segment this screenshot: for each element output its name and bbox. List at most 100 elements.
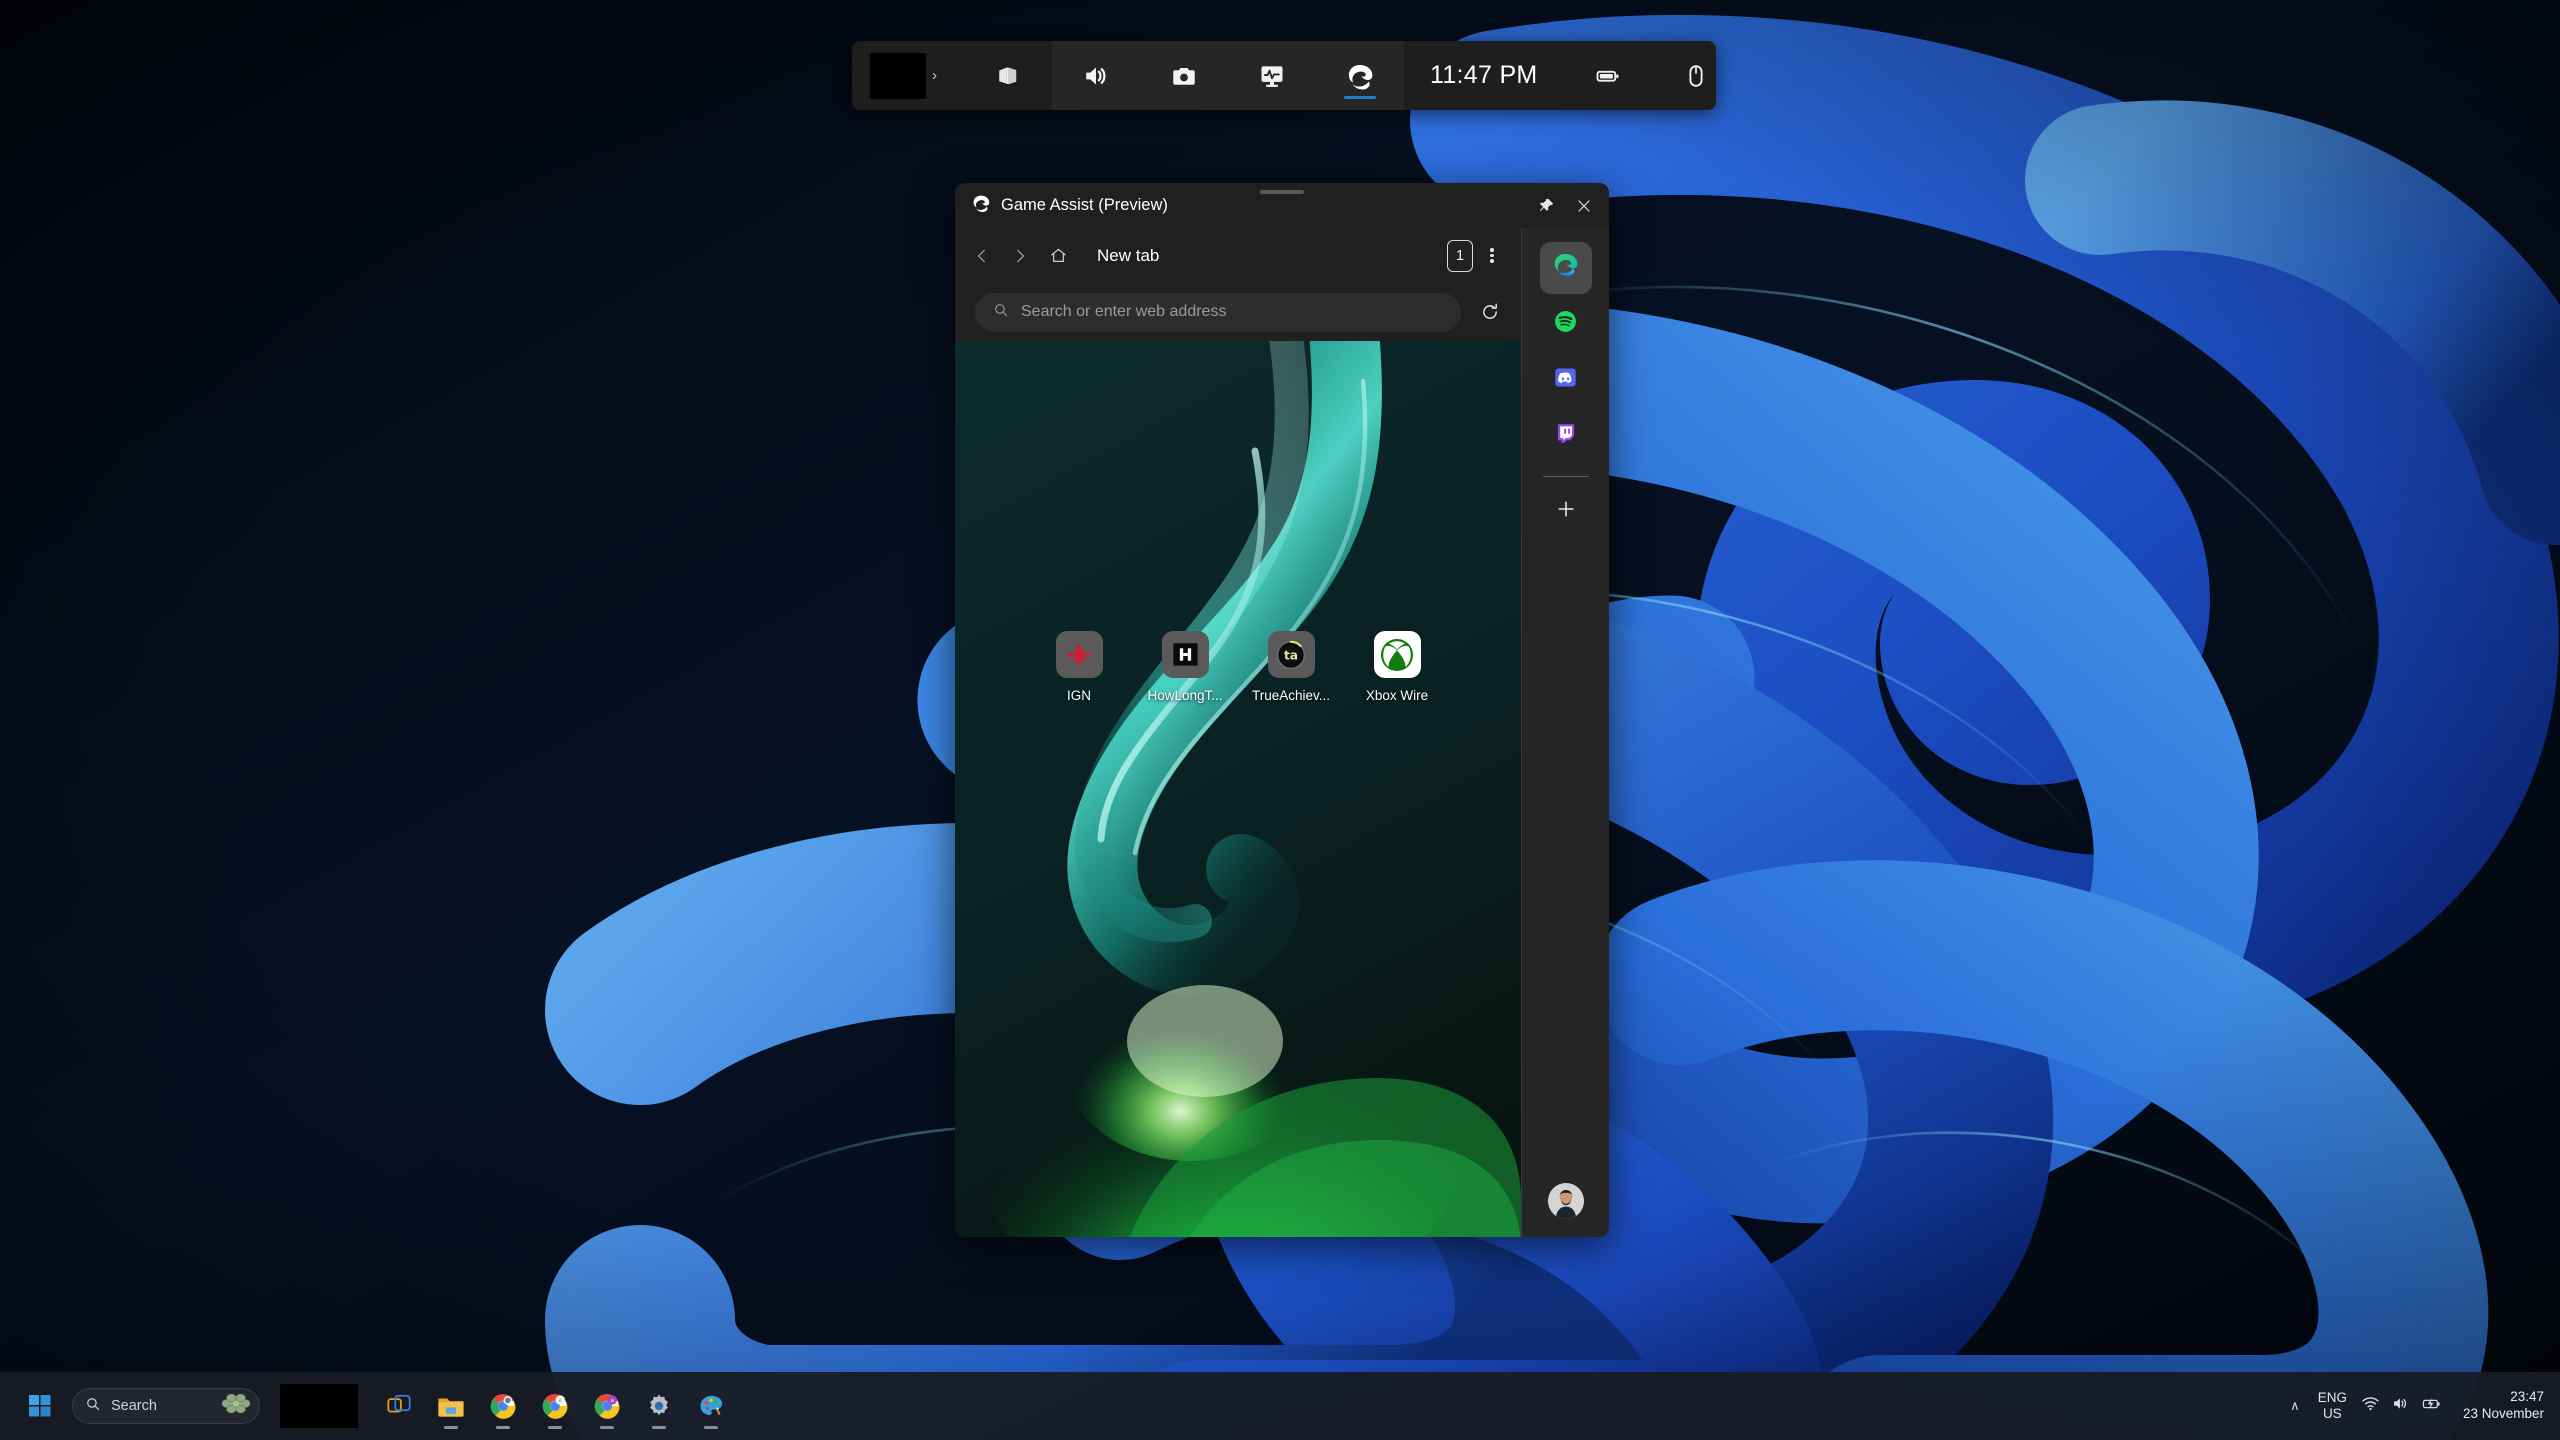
tray-icons[interactable] (2361, 1394, 2443, 1418)
quick-links-row[interactable]: IGN HowLongT... (955, 631, 1521, 703)
svg-text:a: a (611, 1398, 614, 1404)
quick-link-label: Xbox Wire (1366, 688, 1428, 703)
quick-link-ign[interactable]: IGN (1040, 631, 1118, 703)
forward-icon[interactable] (1003, 239, 1037, 273)
search-highlight-icon (221, 1390, 251, 1423)
chrome-profile-icon[interactable]: o (532, 1380, 578, 1432)
mouse-icon[interactable] (1652, 41, 1716, 110)
gamebar-right-group[interactable] (1564, 41, 1716, 110)
window-title: Game Assist (Preview) (1001, 196, 1168, 215)
windows-taskbar[interactable]: Search (0, 1372, 2560, 1440)
svg-text:o: o (559, 1399, 562, 1404)
game-assist-icon[interactable] (1316, 41, 1404, 110)
chevron-up-icon[interactable]: ∧ (2286, 1398, 2304, 1414)
game-assist-window[interactable]: Game Assist (Preview) (955, 183, 1609, 1237)
game-assist-browser-pane: New tab 1 S (955, 228, 1521, 1237)
trueachievements-icon: ta (1268, 631, 1315, 678)
battery-icon[interactable] (1564, 41, 1652, 110)
new-tab-content[interactable]: IGN HowLongT... (955, 341, 1521, 1237)
chrome-icon[interactable] (480, 1380, 526, 1432)
battery-charging-icon[interactable] (2421, 1394, 2443, 1418)
chevron-right-icon[interactable]: › (932, 68, 937, 83)
pin-icon[interactable] (1527, 189, 1565, 223)
system-tray[interactable]: ∧ ENG US (2286, 1389, 2560, 1423)
discord-icon (1553, 365, 1578, 395)
browser-nav-bar[interactable]: New tab 1 (955, 228, 1521, 283)
language-primary: ENG (2318, 1390, 2347, 1406)
redacted-taskbar-item (280, 1384, 358, 1428)
address-bar-row[interactable]: Search or enter web address (955, 283, 1521, 341)
audio-icon[interactable] (1052, 41, 1140, 110)
gamebar-clock-group: 11:47 PM (1404, 41, 1564, 110)
start-button[interactable] (18, 1384, 62, 1428)
taskbar-app-buttons[interactable]: o a (376, 1380, 734, 1432)
tab-count-badge[interactable]: 1 (1447, 240, 1473, 272)
chrome-alt-icon[interactable]: a (584, 1380, 630, 1432)
game-assist-body: New tab 1 S (955, 228, 1609, 1237)
game-assist-app-rail[interactable] (1521, 228, 1609, 1237)
home-icon[interactable] (1041, 239, 1075, 273)
new-tab-background-art (955, 341, 1521, 1237)
rail-item-discord[interactable] (1540, 354, 1592, 406)
running-indicator (704, 1426, 718, 1429)
quick-link-howlongtobeat[interactable]: HowLongT... (1146, 631, 1224, 703)
language-indicator[interactable]: ENG US (2318, 1390, 2347, 1422)
spotify-icon (1553, 309, 1578, 339)
quick-link-trueachievements[interactable]: ta TrueAchiev... (1252, 631, 1330, 703)
clock-time: 23:47 (2463, 1389, 2544, 1406)
file-explorer-icon[interactable] (428, 1380, 474, 1432)
rail-item-twitch[interactable] (1540, 410, 1592, 462)
current-tab-title[interactable]: New tab (1097, 246, 1159, 266)
edge-logo-icon (971, 193, 991, 218)
quick-link-xboxwire[interactable]: Xbox Wire (1358, 631, 1436, 703)
settings-icon[interactable] (636, 1380, 682, 1432)
add-app-button[interactable] (1540, 483, 1592, 535)
xbox-icon (1374, 631, 1421, 678)
running-indicator (444, 1426, 458, 1429)
running-indicator (496, 1426, 510, 1429)
reload-icon[interactable] (1473, 295, 1507, 329)
ign-icon (1056, 631, 1103, 678)
taskview-icon[interactable] (376, 1380, 422, 1432)
volume-icon[interactable] (2391, 1394, 2410, 1418)
back-icon[interactable] (965, 239, 999, 273)
clock-date: 23 November (2463, 1406, 2544, 1423)
rail-divider (1543, 476, 1589, 477)
clock[interactable]: 23:47 23 November (2457, 1389, 2544, 1423)
widgets-icon[interactable] (964, 41, 1052, 110)
gamebar-active-widget[interactable]: › (852, 41, 964, 110)
xbox-game-bar-toolbar[interactable]: › (852, 41, 1716, 110)
running-indicator (652, 1426, 666, 1429)
howlongtobeat-icon (1162, 631, 1209, 678)
paint-icon[interactable] (688, 1380, 734, 1432)
rail-item-edge[interactable] (1540, 242, 1592, 294)
wifi-icon[interactable] (2361, 1394, 2380, 1418)
search-icon (993, 302, 1009, 323)
plus-icon (1555, 498, 1577, 520)
gamebar-clock: 11:47 PM (1404, 61, 1564, 90)
close-icon[interactable] (1565, 189, 1603, 223)
redacted-widget-label (870, 53, 926, 99)
avatar[interactable] (1548, 1183, 1584, 1219)
quick-link-label: TrueAchiev... (1252, 688, 1330, 703)
search-input[interactable]: Search (72, 1388, 260, 1424)
twitch-icon (1553, 421, 1578, 451)
more-options-icon[interactable] (1477, 239, 1507, 273)
language-secondary: US (2318, 1406, 2347, 1422)
running-indicator (548, 1426, 562, 1429)
rail-item-spotify[interactable] (1540, 298, 1592, 350)
gamebar-widget-group[interactable]: › (852, 41, 1052, 110)
quick-link-label: IGN (1067, 688, 1091, 703)
quick-link-label: HowLongT... (1147, 688, 1222, 703)
search-icon (85, 1396, 101, 1417)
gamebar-tools-group[interactable] (1052, 41, 1404, 110)
edge-icon (1551, 251, 1580, 285)
svg-text:ta: ta (1284, 648, 1298, 662)
performance-icon[interactable] (1228, 41, 1316, 110)
taskbar-left-group[interactable]: Search (0, 1380, 734, 1432)
search-input[interactable]: Search or enter web address (975, 293, 1461, 332)
window-drag-handle[interactable] (1260, 190, 1304, 194)
search-input-placeholder: Search (111, 1398, 157, 1414)
windows-logo-icon (29, 1395, 51, 1417)
capture-icon[interactable] (1140, 41, 1228, 110)
